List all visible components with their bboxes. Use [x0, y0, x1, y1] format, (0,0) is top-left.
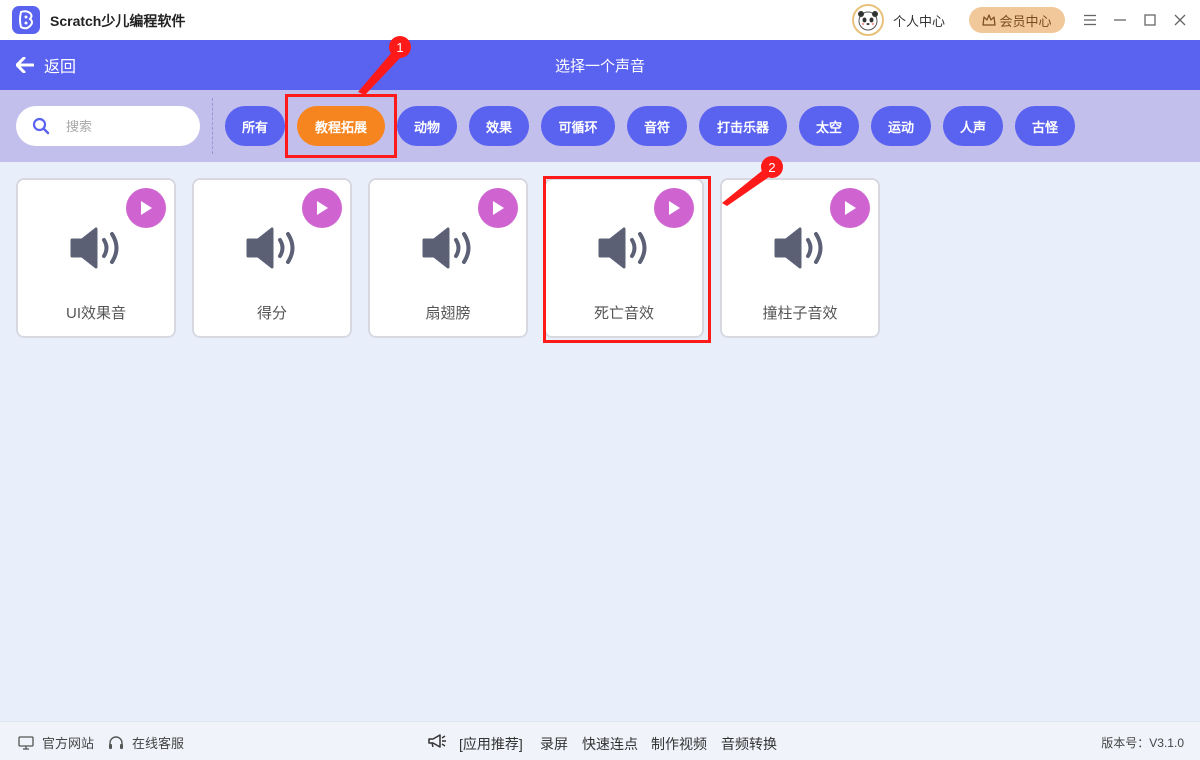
footer-bar: 官方网站 在线客服 [应用推荐] 录屏 快速连点 制作视频 音频转换 版本号：V… — [0, 721, 1200, 760]
panda-icon — [858, 11, 878, 31]
maximize-icon — [1144, 14, 1156, 26]
speaker-icon — [774, 227, 823, 269]
annotation-highlight-box — [543, 176, 711, 343]
page-title: 选择一个声音 — [554, 58, 645, 75]
sound-card[interactable]: 扇翅膀 — [368, 178, 528, 338]
online-service-label: 在线客服 — [132, 736, 185, 751]
version-label: 版本号：V3.1.0 — [1101, 736, 1184, 750]
category-space[interactable]: 太空 — [799, 106, 859, 146]
play-icon — [317, 201, 328, 215]
minimize-button[interactable] — [1110, 10, 1130, 30]
play-icon — [845, 201, 856, 215]
sound-name: 撞柱子音效 — [762, 305, 838, 322]
search-input[interactable] — [66, 118, 176, 134]
title-bar: Scratch少儿编程软件 个人中心 会员中心 — [0, 0, 1200, 40]
search-box[interactable] — [16, 106, 200, 146]
footer-link-auto-clicker[interactable]: 快速连点 — [582, 734, 638, 754]
minimize-icon — [1114, 19, 1126, 21]
speaker-icon — [70, 227, 119, 269]
official-site-link[interactable]: 官方网站 — [18, 733, 94, 752]
vip-center-button[interactable]: 会员中心 — [969, 7, 1065, 33]
sound-card[interactable]: UI效果音 — [16, 178, 176, 338]
menu-button[interactable] — [1080, 10, 1100, 30]
annotation-badge: 2 — [761, 156, 783, 178]
play-icon — [141, 201, 152, 215]
footer-link-audio-convert[interactable]: 音频转换 — [721, 734, 777, 754]
speaker-icon — [246, 227, 295, 269]
user-avatar[interactable] — [852, 4, 884, 36]
app-recommend-label: [应用推荐] — [459, 736, 523, 752]
category-voice[interactable]: 人声 — [943, 106, 1003, 146]
monitor-icon — [18, 735, 34, 750]
search-icon — [32, 117, 50, 135]
sound-name: UI效果音 — [65, 305, 126, 322]
app-logo-icon — [12, 6, 40, 34]
play-icon — [493, 201, 504, 215]
category-animals[interactable]: 动物 — [397, 106, 457, 146]
sound-name: 得分 — [256, 305, 287, 322]
annotation-highlight-box — [285, 94, 397, 158]
play-button[interactable] — [126, 188, 166, 228]
category-effects[interactable]: 效果 — [469, 106, 529, 146]
filter-divider — [212, 98, 213, 154]
header-bar: 返回 选择一个声音 — [0, 40, 1200, 90]
megaphone-icon — [428, 734, 446, 748]
filter-bar: 所有 教程拓展 动物 效果 可循环 音符 打击乐器 太空 运动 人声 古怪 — [0, 90, 1200, 162]
category-sports[interactable]: 运动 — [871, 106, 931, 146]
close-icon — [1174, 14, 1186, 26]
vip-center-label: 会员中心 — [999, 13, 1052, 29]
category-wacky[interactable]: 古怪 — [1015, 106, 1075, 146]
app-title: Scratch少儿编程软件 — [50, 13, 186, 29]
sound-name: 扇翅膀 — [425, 305, 471, 322]
headset-icon — [109, 735, 123, 749]
maximize-button[interactable] — [1140, 10, 1160, 30]
sound-card[interactable]: 撞柱子音效 — [720, 178, 880, 338]
crown-icon — [982, 13, 997, 26]
sound-card[interactable]: 得分 — [192, 178, 352, 338]
category-percussion[interactable]: 打击乐器 — [699, 106, 787, 146]
close-button[interactable] — [1170, 10, 1190, 30]
category-loopable[interactable]: 可循环 — [541, 106, 615, 146]
annotation-badge: 1 — [389, 36, 411, 58]
play-button[interactable] — [302, 188, 342, 228]
play-button[interactable] — [830, 188, 870, 228]
category-all[interactable]: 所有 — [225, 106, 285, 146]
official-site-label: 官方网站 — [42, 736, 95, 751]
play-button[interactable] — [478, 188, 518, 228]
speaker-icon — [422, 227, 471, 269]
online-service-link[interactable]: 在线客服 — [108, 733, 184, 752]
footer-link-screen-record[interactable]: 录屏 — [540, 734, 568, 754]
user-center-link[interactable]: 个人中心 — [893, 11, 945, 30]
hamburger-icon — [1084, 14, 1096, 26]
category-notes[interactable]: 音符 — [627, 106, 687, 146]
footer-link-make-video[interactable]: 制作视频 — [651, 734, 707, 754]
